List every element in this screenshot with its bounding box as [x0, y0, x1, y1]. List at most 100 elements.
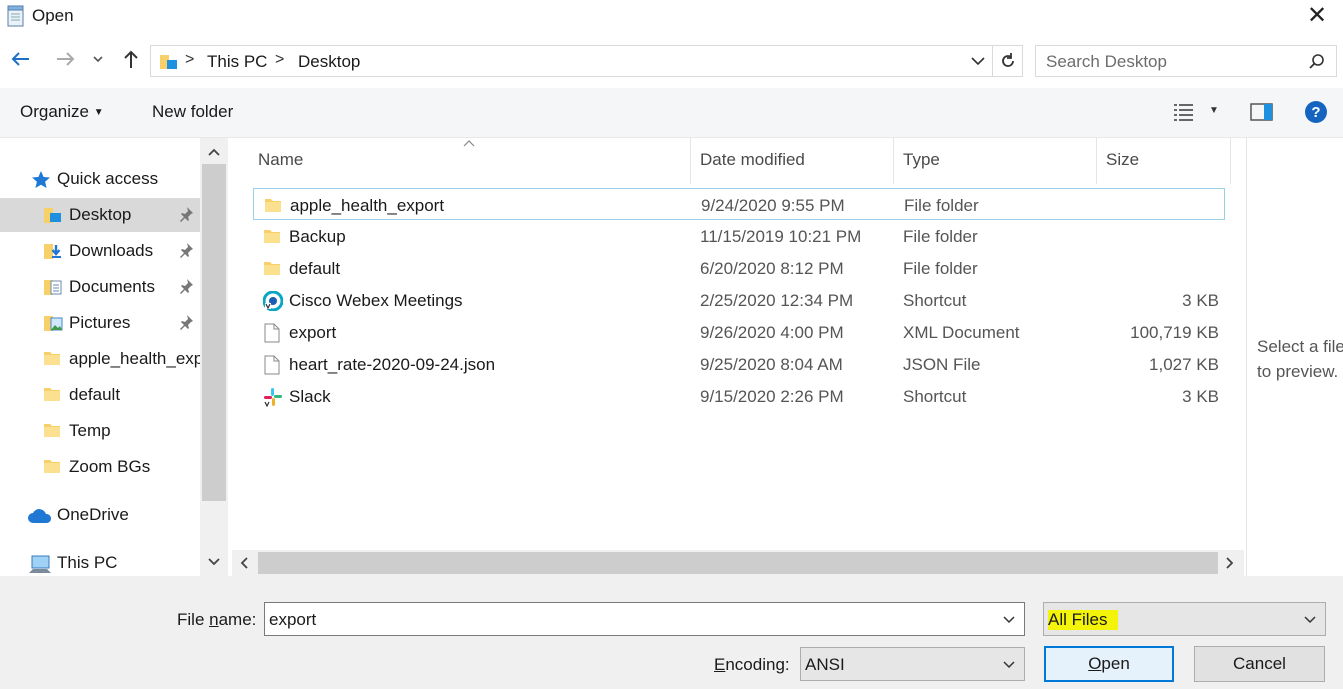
- pin-icon[interactable]: [178, 314, 194, 330]
- open-label: pen: [1101, 654, 1130, 673]
- nav-item-zoom-bgs[interactable]: Zoom BGs: [0, 450, 200, 484]
- scroll-up-icon[interactable]: [207, 146, 221, 158]
- column-header-name[interactable]: Name: [258, 150, 303, 170]
- file-type-value: All Files: [1048, 610, 1118, 630]
- file-row[interactable]: Slack 9/15/2020 2:26 PM Shortcut 3 KB: [253, 380, 1225, 412]
- file-row[interactable]: export 9/26/2020 4:00 PM XML Document 100,7…: [253, 316, 1225, 348]
- nav-onedrive[interactable]: OneDrive: [0, 498, 200, 532]
- title-bar: Open ✕: [0, 0, 1343, 34]
- search-input[interactable]: Search Desktop: [1046, 52, 1167, 72]
- nav-item-pictures[interactable]: Pictures: [0, 306, 200, 340]
- pictures-folder-icon: [43, 313, 63, 333]
- file-type: XML Document: [903, 323, 1020, 342]
- recent-locations-button[interactable]: [88, 48, 108, 74]
- preview-line-2: to preview.: [1257, 362, 1339, 381]
- file-type: Shortcut: [903, 291, 967, 310]
- preview-line-1: Select a file: [1257, 337, 1343, 356]
- file-type-select[interactable]: All Files: [1043, 602, 1326, 636]
- command-bar: Organize ▼ New folder ▼ ?: [0, 88, 1343, 138]
- desktop-folder-icon: [160, 55, 177, 69]
- nav-scrollbar[interactable]: [200, 138, 228, 576]
- nav-item-temp[interactable]: Temp: [0, 414, 200, 448]
- nav-scroll-thumb[interactable]: [202, 164, 226, 501]
- breadcrumb-desktop[interactable]: Desktop: [298, 52, 360, 72]
- open-button[interactable]: Open: [1044, 646, 1174, 682]
- column-divider[interactable]: [1096, 138, 1097, 184]
- up-arrow-icon: [124, 50, 138, 68]
- pin-icon[interactable]: [178, 278, 194, 294]
- nav-item-desktop[interactable]: Desktop: [0, 198, 200, 232]
- svg-text:?: ?: [1311, 104, 1320, 121]
- file-type: File folder: [904, 196, 979, 215]
- refresh-button[interactable]: [992, 46, 1022, 76]
- pin-icon[interactable]: [178, 242, 194, 258]
- sort-ascending-icon: [463, 140, 475, 147]
- file-name-label-start: File: [177, 610, 210, 629]
- column-header-size[interactable]: Size: [1106, 150, 1139, 170]
- search-box[interactable]: Search Desktop: [1035, 45, 1337, 77]
- search-icon[interactable]: [1308, 53, 1326, 71]
- nav-item-downloads[interactable]: Downloads: [0, 234, 200, 268]
- nav-label: apple_health_export: [69, 349, 200, 368]
- back-button[interactable]: [7, 48, 33, 74]
- file-row[interactable]: default 6/20/2020 8:12 PM File folder: [253, 252, 1225, 284]
- file-row[interactable]: apple_health_export 9/24/2020 9:55 PM File…: [253, 188, 1225, 220]
- column-divider[interactable]: [690, 138, 691, 184]
- desktop-folder-icon: [43, 205, 63, 225]
- file-name-label: File name:: [177, 610, 256, 630]
- address-bar[interactable]: > This PC > Desktop: [150, 45, 1023, 77]
- nav-label: Zoom BGs: [69, 457, 151, 476]
- nav-quick-access[interactable]: Quick access: [0, 162, 200, 196]
- encoding-select[interactable]: ANSI: [800, 647, 1025, 681]
- cancel-button[interactable]: Cancel: [1194, 646, 1325, 682]
- nav-item-documents[interactable]: Documents: [0, 270, 200, 304]
- view-details-icon[interactable]: [1173, 101, 1197, 123]
- scroll-down-icon[interactable]: [207, 556, 221, 568]
- help-icon[interactable]: ?: [1304, 100, 1328, 124]
- organize-label: Organize: [20, 102, 89, 121]
- file-date: 9/26/2020 4:00 PM: [700, 323, 844, 342]
- file-row[interactable]: heart_rate-2020-09-24.json 9/25/2020 8:04…: [253, 348, 1225, 380]
- documents-folder-icon: [43, 277, 63, 297]
- scroll-right-icon[interactable]: [1224, 556, 1236, 570]
- file-name-label-end: ame:: [218, 610, 257, 629]
- folder-icon: [43, 421, 63, 441]
- up-button[interactable]: [118, 48, 144, 74]
- preview-message: Select a file to preview.: [1257, 334, 1343, 384]
- chevron-down-icon[interactable]: [970, 53, 986, 69]
- file-name: Backup: [289, 227, 346, 246]
- file-row[interactable]: Cisco Webex Meetings 2/25/2020 12:34 PM Sh…: [253, 284, 1225, 316]
- close-button[interactable]: ✕: [1299, 2, 1335, 30]
- scroll-left-icon[interactable]: [238, 556, 250, 570]
- preview-pane-icon[interactable]: [1250, 102, 1274, 122]
- file-type: JSON File: [903, 355, 981, 374]
- nav-item-default[interactable]: default: [0, 378, 200, 412]
- nav-label: default: [69, 385, 121, 404]
- folder-icon: [263, 259, 281, 277]
- horizontal-scroll-thumb[interactable]: [258, 552, 1218, 574]
- horizontal-scrollbar[interactable]: [232, 550, 1244, 576]
- file-name-input[interactable]: export: [264, 602, 1025, 636]
- file-type: File folder: [903, 259, 978, 278]
- new-folder-button[interactable]: New folder: [152, 102, 233, 122]
- organize-button[interactable]: Organize ▼: [20, 102, 104, 122]
- pin-icon[interactable]: [178, 206, 194, 222]
- breadcrumb-this-pc[interactable]: This PC: [207, 52, 267, 72]
- nav-label: Temp: [69, 421, 111, 440]
- column-header-date[interactable]: Date modified: [700, 150, 805, 170]
- nav-item-apple-health-export[interactable]: apple_health_export: [0, 342, 200, 376]
- chevron-down-icon[interactable]: [1002, 607, 1016, 631]
- preview-pane: Select a file to preview.: [1246, 138, 1343, 576]
- view-options-dropdown-icon[interactable]: ▼: [1209, 105, 1219, 116]
- forward-button[interactable]: [53, 48, 79, 74]
- webex-icon: [262, 290, 284, 312]
- file-type: File folder: [903, 227, 978, 246]
- file-row[interactable]: Backup 11/15/2019 10:21 PM File folder: [253, 220, 1225, 252]
- nav-this-pc[interactable]: This PC: [0, 546, 200, 580]
- encoding-label-mnemonic: E: [714, 655, 726, 674]
- downloads-folder-icon: [43, 241, 63, 261]
- column-divider[interactable]: [1230, 138, 1231, 184]
- file-icon: [263, 355, 281, 375]
- column-divider[interactable]: [893, 138, 894, 184]
- column-header-type[interactable]: Type: [903, 150, 940, 170]
